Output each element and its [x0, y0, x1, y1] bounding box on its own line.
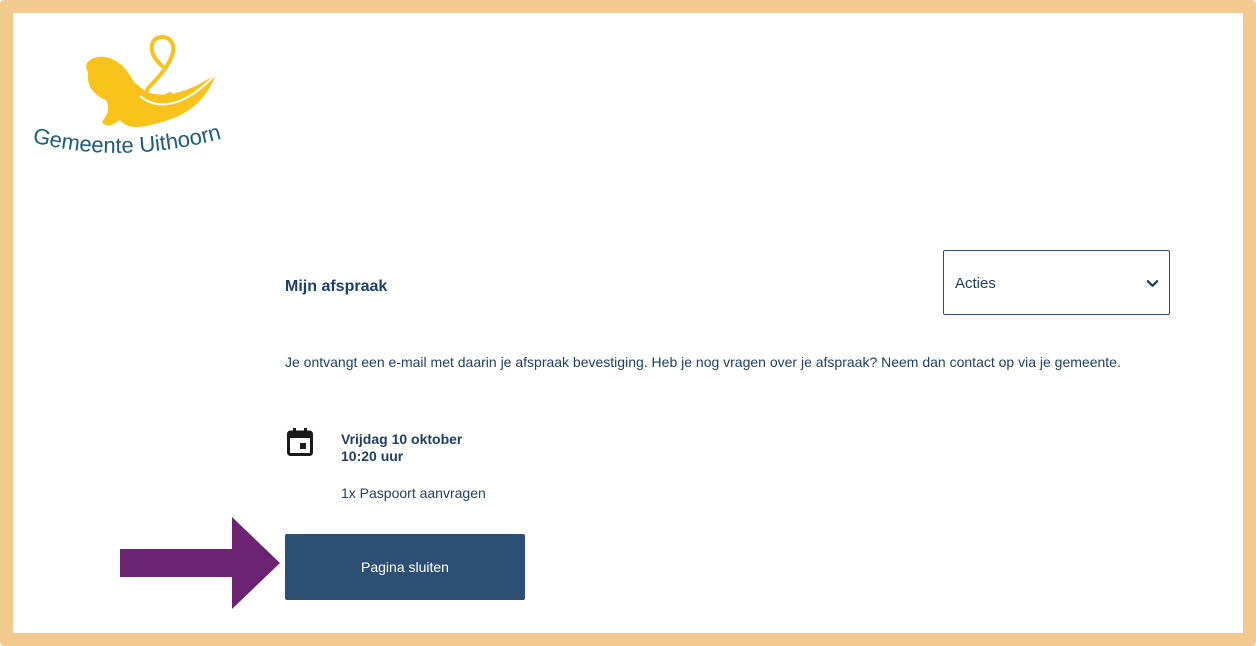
appointment-service: 1x Paspoort aanvragen	[341, 485, 486, 501]
chevron-down-icon	[1146, 280, 1159, 287]
appointment-date: Vrijdag 10 oktober	[341, 431, 463, 447]
page-title: Mijn afspraak	[285, 278, 388, 295]
logo-graphic: Gemeente Uithoorn	[31, 34, 223, 158]
actions-dropdown[interactable]: Acties	[943, 250, 1170, 315]
appointment-time: 10:20 uur	[341, 448, 404, 464]
confirmation-message: Je ontvangt een e-mail met daarin je afs…	[285, 354, 1121, 370]
calendar-icon	[287, 428, 313, 456]
actions-dropdown-value: Acties	[955, 275, 996, 292]
close-page-button[interactable]: Pagina sluiten	[285, 534, 525, 600]
gemeente-uithoorn-logo: Gemeente Uithoorn	[30, 30, 270, 180]
pointer-arrow	[120, 517, 280, 609]
